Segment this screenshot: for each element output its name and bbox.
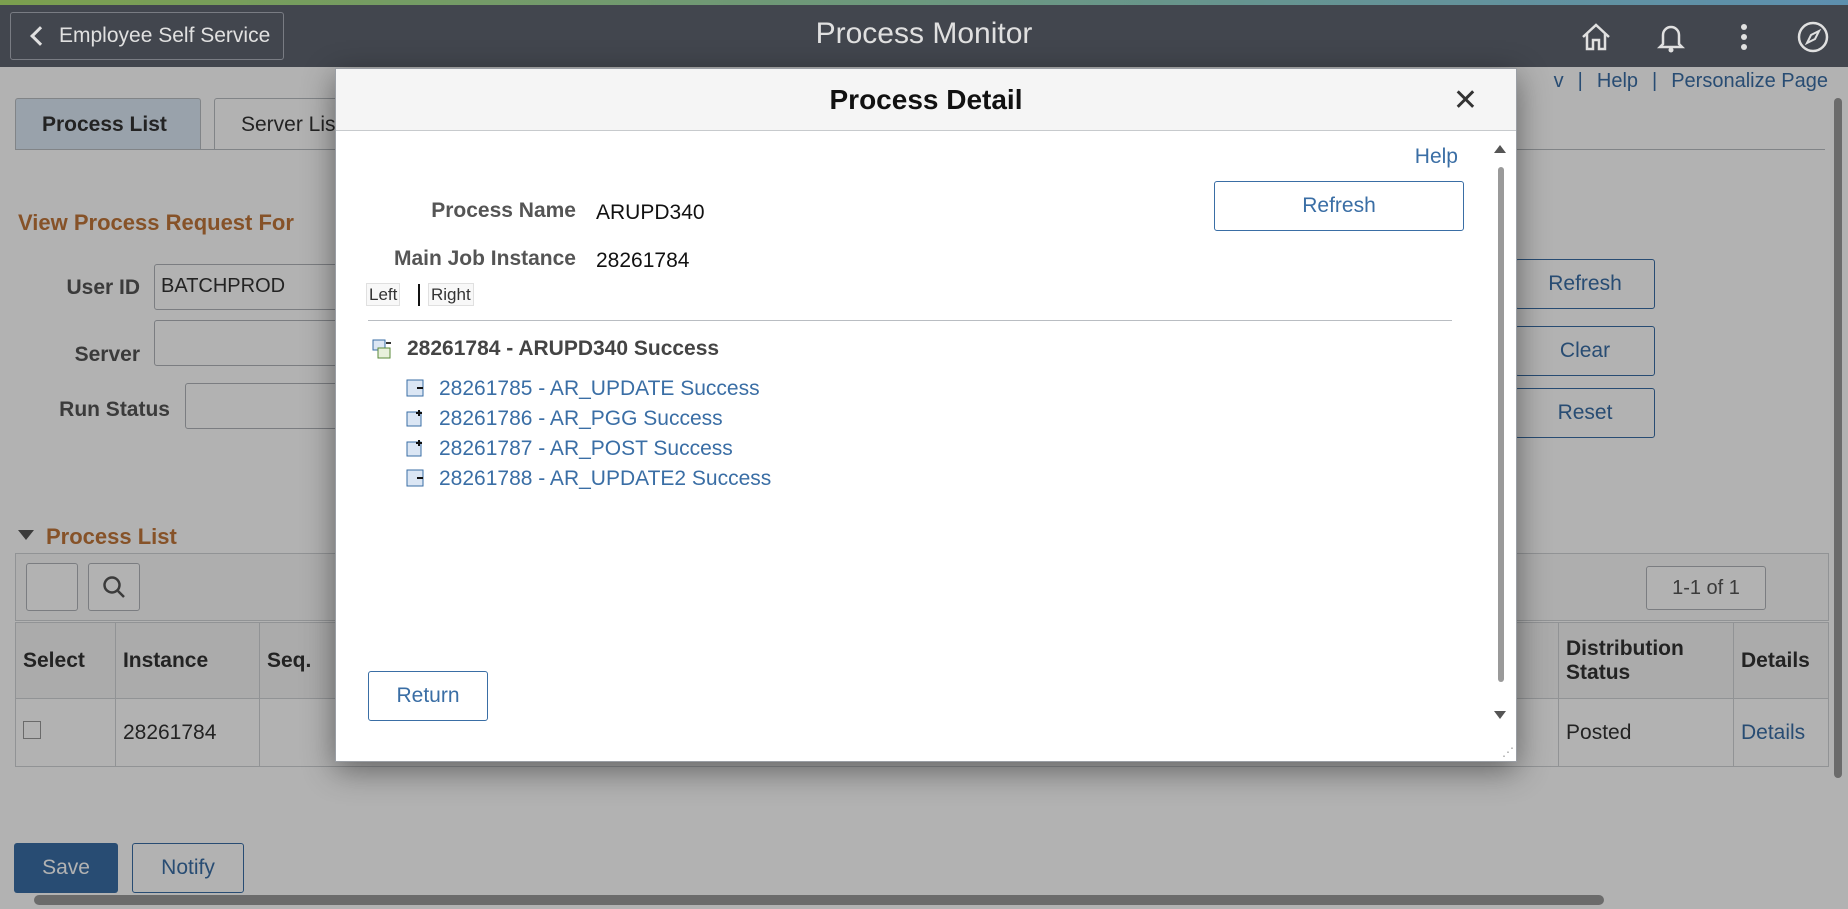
process-name-value: ARUPD340: [596, 201, 705, 224]
resize-handle-icon[interactable]: ⋰: [1502, 745, 1514, 759]
return-button[interactable]: Return: [368, 671, 488, 721]
tree-item-label: 28261785 - AR_UPDATE Success: [439, 377, 760, 400]
left-label: Left: [366, 283, 401, 306]
tree-item[interactable]: 28261785 - AR_UPDATE Success: [405, 377, 760, 401]
job-tree-icon: [372, 339, 391, 359]
tree-item[interactable]: 28261788 - AR_UPDATE2 Success: [405, 467, 771, 491]
tree-item[interactable]: 28261786 - AR_PGG Success: [405, 407, 723, 431]
header-overlay: [0, 0, 1848, 67]
process-icon: [406, 379, 424, 397]
main-job-instance-value: 28261784: [596, 249, 690, 272]
scroll-up-arrow[interactable]: [1494, 145, 1506, 153]
modal-scrollbar-thumb[interactable]: [1498, 167, 1504, 682]
modal-help-link[interactable]: Help: [1415, 145, 1458, 169]
modal-header: Process Detail ✕: [336, 69, 1516, 131]
main-job-instance-label: Main Job Instance: [393, 247, 576, 270]
job-icon: [406, 440, 422, 457]
close-icon[interactable]: ✕: [1453, 83, 1478, 118]
scroll-down-arrow[interactable]: [1494, 711, 1506, 719]
tree-item[interactable]: 28261787 - AR_POST Success: [405, 437, 733, 461]
job-icon: [406, 410, 422, 427]
tree-item-label: 28261788 - AR_UPDATE2 Success: [439, 467, 772, 490]
tree-root-label: 28261784 - ARUPD340 Success: [407, 337, 720, 360]
process-icon: [406, 469, 424, 487]
left-link[interactable]: Left: [366, 283, 401, 306]
process-name-label: Process Name: [431, 199, 576, 222]
modal-divider: [368, 320, 1452, 321]
tree-item-label: 28261786 - AR_PGG Success: [439, 407, 723, 430]
modal-refresh-button[interactable]: Refresh: [1214, 181, 1464, 231]
tree-item-label: 28261787 - AR_POST Success: [439, 437, 733, 460]
right-label: Right: [428, 283, 474, 306]
process-detail-modal: Process Detail ✕ Help Refresh Process Na…: [335, 68, 1517, 762]
split-divider: [418, 284, 420, 306]
right-link[interactable]: Right: [428, 283, 474, 306]
modal-title: Process Detail: [829, 84, 1023, 115]
tree-root-node: 28261784 - ARUPD340 Success: [371, 337, 719, 361]
